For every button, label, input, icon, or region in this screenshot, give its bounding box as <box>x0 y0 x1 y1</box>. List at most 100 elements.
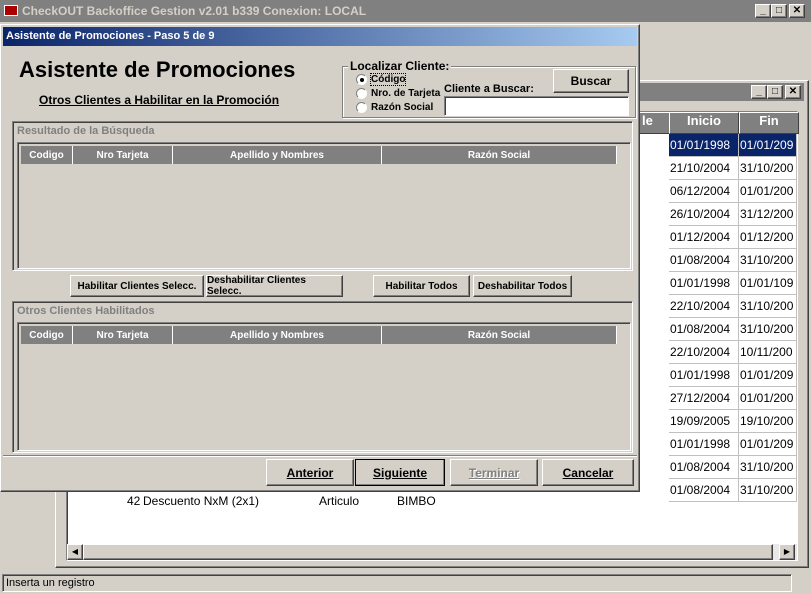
cell-inicio: 06/12/2004 <box>669 180 739 203</box>
results-group: Resultado de la Búsqueda Codigo Nro Tarj… <box>12 121 633 271</box>
dialog-title: Asistente de Promociones - Paso 5 de 9 <box>6 30 215 42</box>
footer-divider <box>3 455 637 457</box>
radio-selected-dot <box>359 77 364 82</box>
cell-inicio: 22/10/2004 <box>669 295 739 318</box>
cell-inicio: 01/01/1998 <box>669 433 739 456</box>
cell-fin: 01/12/200 <box>739 226 797 249</box>
cell-inicio: 01/01/1998 <box>669 272 739 295</box>
cell-fin: 31/10/200 <box>739 249 797 272</box>
enabled-clients-group: Otros Clientes Habilitados Codigo Nro Ta… <box>12 301 633 453</box>
enabled-grid[interactable]: Codigo Nro Tarjeta Apellido y Nombres Ra… <box>17 322 631 451</box>
enabled-col-razon[interactable]: Razón Social <box>382 326 617 344</box>
search-button[interactable]: Buscar <box>553 69 629 93</box>
cell-inicio: 26/10/2004 <box>669 203 739 226</box>
enabled-col-tarjeta[interactable]: Nro Tarjeta <box>73 326 173 344</box>
cell-fin: 31/10/200 <box>739 456 797 479</box>
partial-row-type: Articulo <box>319 494 360 508</box>
cell-fin: 10/11/200 <box>739 341 797 364</box>
radio-label: Nro. de Tarjeta <box>371 88 441 99</box>
partial-row-desc: Descuento NxM (2x1) <box>143 494 260 508</box>
scroll-thumb[interactable] <box>83 544 773 560</box>
horizontal-scrollbar[interactable]: ◀ ▶ <box>67 544 797 560</box>
locate-option[interactable]: Nro. de Tarjeta <box>356 88 440 99</box>
wizard-subheading: Otros Clientes a Habilitar en la Promoci… <box>39 93 280 107</box>
results-grid-header: Codigo Nro Tarjeta Apellido y Nombres Ra… <box>21 146 617 164</box>
cell-inicio: 19/09/2005 <box>669 410 739 433</box>
grid-header-inicio[interactable]: Inicio <box>669 112 739 134</box>
cell-inicio: 01/08/2004 <box>669 249 739 272</box>
cell-fin: 01/01/109 <box>739 272 797 295</box>
cell-fin: 31/10/200 <box>739 295 797 318</box>
wizard-dialog: Asistente de Promociones - Paso 5 de 9 A… <box>0 24 640 492</box>
locate-client-label: Localizar Cliente: <box>348 59 452 73</box>
child-maximize-button[interactable]: □ <box>767 85 783 99</box>
status-text: Inserta un registro <box>6 577 95 589</box>
cell-fin: 31/10/200 <box>739 318 797 341</box>
app-icon <box>4 5 18 16</box>
cell-inicio: 27/12/2004 <box>669 387 739 410</box>
cell-inicio: 01/08/2004 <box>669 479 739 502</box>
cell-inicio: 21/10/2004 <box>669 157 739 180</box>
locate-options: Código Nro. de Tarjeta Razón Social <box>356 73 446 118</box>
cell-inicio: 01/01/1998 <box>669 364 739 387</box>
results-col-tarjeta[interactable]: Nro Tarjeta <box>73 146 173 164</box>
disable-selected-button[interactable]: Deshabilitar Clientes Selecc. <box>206 275 343 297</box>
cell-fin: 31/12/200 <box>739 203 797 226</box>
wizard-heading: Asistente de Promociones <box>19 57 296 82</box>
cancel-button[interactable]: Cancelar <box>542 459 634 486</box>
results-group-title: Resultado de la Búsqueda <box>17 125 155 137</box>
enabled-col-codigo[interactable]: Codigo <box>21 326 73 344</box>
cell-fin: 01/01/209 <box>739 433 797 456</box>
cell-fin: 31/10/200 <box>739 479 797 502</box>
enabled-grid-header: Codigo Nro Tarjeta Apellido y Nombres Ra… <box>21 326 630 344</box>
cell-fin: 01/01/209 <box>739 134 797 157</box>
minimize-button[interactable]: _ <box>755 4 771 18</box>
partial-row-brand: BIMBO <box>397 494 436 508</box>
close-button[interactable]: ✕ <box>789 4 805 18</box>
dialog-title-bar: Asistente de Promociones - Paso 5 de 9 <box>3 27 637 46</box>
back-button[interactable]: Anterior <box>266 459 354 486</box>
cell-inicio: 22/10/2004 <box>669 341 739 364</box>
enabled-group-title: Otros Clientes Habilitados <box>17 305 155 317</box>
status-bar: Inserta un registro <box>0 573 811 594</box>
cell-inicio: 01/08/2004 <box>669 318 739 341</box>
cell-fin: 01/01/200 <box>739 387 797 410</box>
cell-fin: 31/10/200 <box>739 157 797 180</box>
child-minimize-button[interactable]: _ <box>751 85 767 99</box>
cell-fin: 19/10/200 <box>739 410 797 433</box>
cell-inicio: 01/01/1998 <box>669 134 739 157</box>
status-panel: Inserta un registro <box>2 574 792 592</box>
grid-header-fin[interactable]: Fin <box>739 112 799 134</box>
enabled-col-nombres[interactable]: Apellido y Nombres <box>173 326 382 344</box>
results-col-codigo[interactable]: Codigo <box>21 146 73 164</box>
app-title-bar: CheckOUT Backoffice Gestion v2.01 b339 C… <box>0 0 811 22</box>
enable-selected-button[interactable]: Habilitar Clientes Selecc. <box>70 275 204 297</box>
partial-row-id: 42 <box>127 494 141 508</box>
scroll-left-button[interactable]: ◀ <box>67 544 83 560</box>
results-grid[interactable]: Codigo Nro Tarjeta Apellido y Nombres Ra… <box>17 142 631 269</box>
disable-all-button[interactable]: Deshabilitar Todos <box>473 275 572 297</box>
radio-button[interactable] <box>356 102 367 113</box>
maximize-button[interactable]: □ <box>771 4 787 18</box>
locate-option[interactable]: Código <box>356 73 407 86</box>
client-search-input[interactable] <box>444 96 629 116</box>
results-col-nombres[interactable]: Apellido y Nombres <box>173 146 382 164</box>
cell-inicio: 01/12/2004 <box>669 226 739 249</box>
next-button[interactable]: Siguiente <box>355 459 445 486</box>
cell-fin: 01/01/200 <box>739 180 797 203</box>
scroll-right-button[interactable]: ▶ <box>779 544 795 560</box>
results-col-razon[interactable]: Razón Social <box>382 146 617 164</box>
cell-inicio: 01/08/2004 <box>669 456 739 479</box>
grid-partial-row[interactable]: 42 Descuento NxM (2x1) Articulo BIMBO <box>67 490 669 513</box>
radio-button[interactable] <box>356 74 367 85</box>
finish-button[interactable]: Terminar <box>450 459 538 486</box>
enable-all-button[interactable]: Habilitar Todos <box>373 275 470 297</box>
radio-label: Razón Social <box>371 102 434 113</box>
child-close-button[interactable]: ✕ <box>785 85 801 99</box>
locate-option[interactable]: Razón Social <box>356 102 433 113</box>
cell-fin: 01/01/209 <box>739 364 797 387</box>
search-label: Cliente a Buscar: <box>444 83 534 95</box>
radio-label: Código <box>369 73 407 86</box>
app-title: CheckOUT Backoffice Gestion v2.01 b339 C… <box>22 4 367 18</box>
radio-button[interactable] <box>356 88 367 99</box>
